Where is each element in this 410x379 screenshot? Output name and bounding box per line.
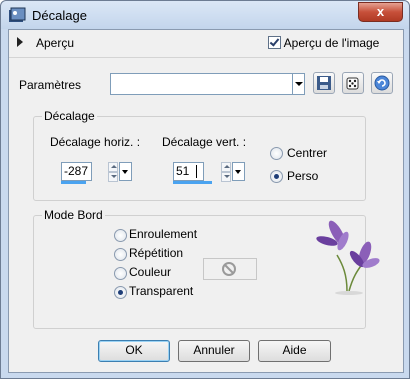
horizontal-offset-dropdown[interactable] <box>119 162 132 181</box>
custom-label[interactable]: Perso <box>287 169 318 183</box>
transparent-label[interactable]: Transparent <box>129 284 193 298</box>
ok-button[interactable]: OK <box>98 340 170 362</box>
edge-mode-group-title: Mode Bord <box>42 208 105 222</box>
save-preset-button[interactable] <box>313 72 335 94</box>
vertical-offset-slider[interactable] <box>173 181 212 184</box>
cancel-button[interactable]: Annuler <box>178 340 250 362</box>
separator <box>9 57 403 58</box>
repeat-label[interactable]: Répétition <box>129 246 183 260</box>
vertical-offset-value: 51 <box>176 164 190 178</box>
close-button[interactable]: x <box>358 2 403 22</box>
color-swatch[interactable] <box>203 258 257 280</box>
image-preview-toggle[interactable]: Aperçu de l'image <box>268 36 379 50</box>
disabled-icon <box>222 262 236 276</box>
vertical-offset-input[interactable]: 51 <box>173 162 204 181</box>
presets-combobox[interactable] <box>110 73 305 95</box>
wrap-radio[interactable] <box>114 229 127 242</box>
offset-group-title: Décalage <box>42 109 97 123</box>
dialog-client: Aperçu Aperçu de l'image Paramètres Déca… <box>8 29 404 373</box>
repeat-radio[interactable] <box>114 248 127 261</box>
window-title: Décalage <box>32 8 87 23</box>
app-icon <box>9 7 26 22</box>
color-label[interactable]: Couleur <box>129 265 171 279</box>
horizontal-offset-value: -287 <box>64 164 89 178</box>
chevron-down-icon[interactable] <box>292 74 304 94</box>
presets-label: Paramètres <box>19 78 82 92</box>
horizontal-offset-spinner[interactable] <box>108 162 118 182</box>
save-icon <box>317 76 331 90</box>
preview-label[interactable]: Aperçu <box>36 36 74 50</box>
center-label[interactable]: Centrer <box>287 146 327 160</box>
expand-arrow-icon[interactable] <box>17 37 23 47</box>
dice-icon <box>346 77 359 90</box>
image-preview-label: Aperçu de l'image <box>283 36 380 50</box>
wrap-label[interactable]: Enroulement <box>129 227 197 241</box>
center-radio[interactable] <box>270 147 283 160</box>
vertical-offset-label: Décalage vert. : <box>162 135 247 149</box>
help-button[interactable]: Aide <box>258 340 331 362</box>
random-preset-button[interactable] <box>342 72 364 94</box>
reset-button[interactable] <box>371 72 393 94</box>
flower-icon <box>316 220 380 295</box>
vertical-offset-spinner[interactable] <box>221 162 231 182</box>
transparent-radio[interactable] <box>114 286 127 299</box>
horizontal-offset-label: Décalage horiz. : <box>50 135 141 149</box>
dialog-window: Décalage x Aperçu Aperçu de l'image Para… <box>0 0 410 379</box>
title-bar: Décalage x <box>1 1 409 29</box>
horizontal-offset-slider[interactable] <box>61 181 86 184</box>
vertical-offset-dropdown[interactable] <box>232 162 245 181</box>
horizontal-offset-input[interactable]: -287 <box>61 162 92 181</box>
image-preview-checkbox[interactable] <box>268 36 281 49</box>
reset-icon <box>374 75 390 91</box>
color-radio[interactable] <box>114 267 127 280</box>
custom-radio[interactable] <box>270 170 283 183</box>
text-caret <box>196 165 197 178</box>
